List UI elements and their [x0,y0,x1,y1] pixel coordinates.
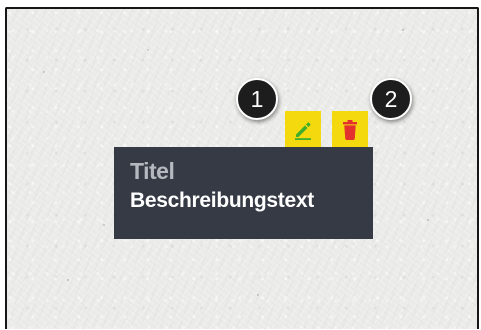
trash-icon [343,119,357,140]
tooltip-title: Titel [130,158,175,184]
item-tooltip: Titel Beschreibungstext [114,147,373,239]
callout-badge-1: 1 [236,78,278,120]
callout-badge-2: 2 [370,78,412,120]
pencil-icon [295,122,311,140]
texture-speck [402,29,404,31]
edit-button[interactable] [285,111,321,148]
texture-speck [147,49,149,51]
texture-speck [67,279,69,281]
tooltip-description: Beschreibungstext [130,189,314,212]
texture-speck [257,294,259,296]
texture-speck [43,71,45,73]
texture-speck [103,224,105,226]
delete-button[interactable] [332,111,368,148]
texture-speck [427,219,429,221]
